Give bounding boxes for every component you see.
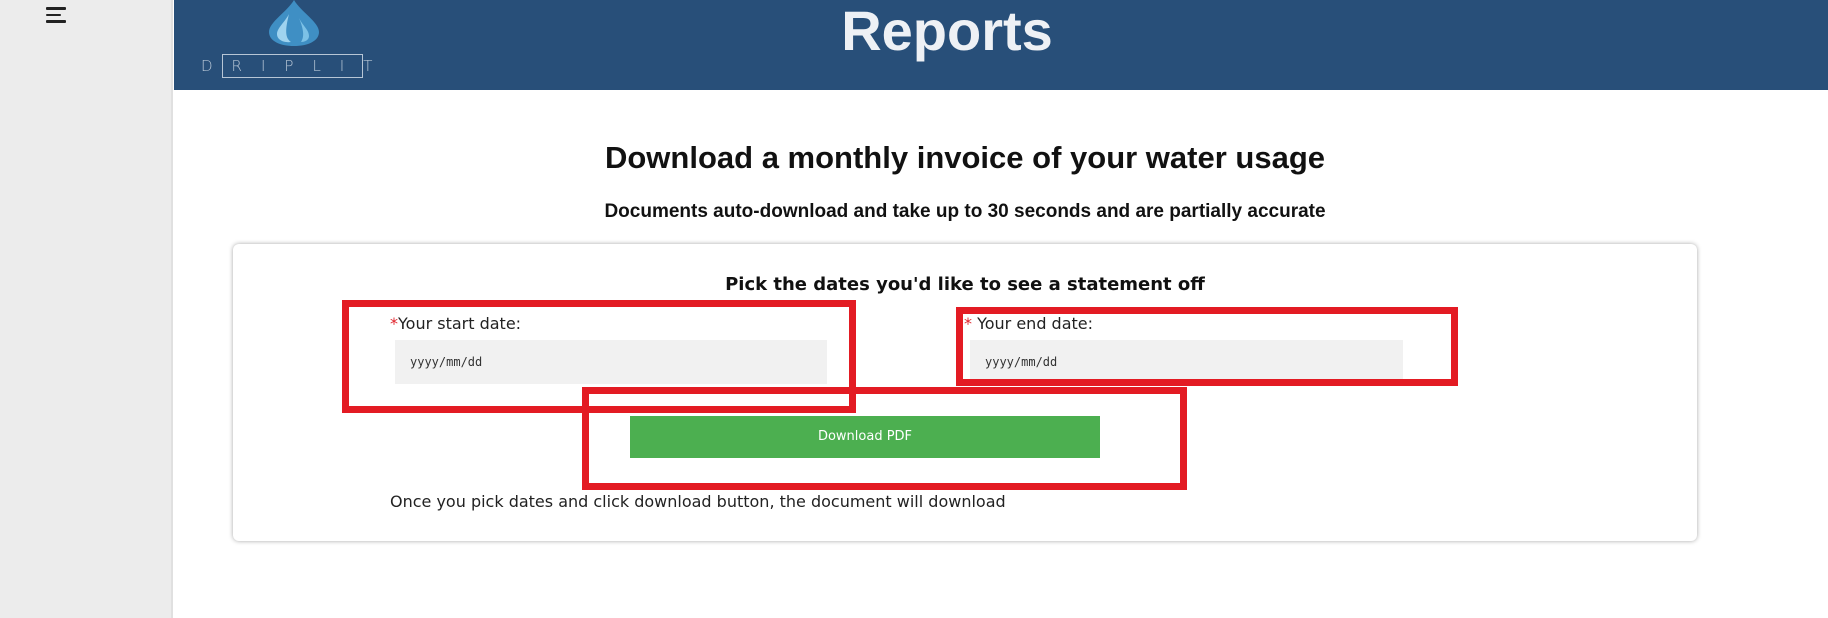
card-title-text: Pick the dates you'd like to see a state… xyxy=(725,274,1205,295)
subheadline: Documents auto-download and take up to 3… xyxy=(604,201,1326,222)
hamburger-menu-icon[interactable] xyxy=(46,7,68,25)
end-date-label-text: Your end date: xyxy=(972,314,1094,333)
start-date-input[interactable]: yyyy/mm/dd xyxy=(395,340,827,384)
download-pdf-button[interactable]: Download PDF xyxy=(630,416,1100,458)
required-marker: * xyxy=(390,314,398,333)
end-date-label: * Your end date: xyxy=(964,314,1093,333)
required-marker: * xyxy=(964,314,972,333)
headline: Download a monthly invoice of your water… xyxy=(604,140,1325,175)
page-title-text: Reports xyxy=(841,0,1053,62)
page-title: Reports xyxy=(174,0,1828,62)
download-hint: Once you pick dates and click download b… xyxy=(390,492,1006,511)
start-date-label-text: Your start date: xyxy=(398,314,522,333)
start-date-label: *Your start date: xyxy=(390,314,521,333)
date-picker-card: Pick the dates you'd like to see a state… xyxy=(233,244,1697,541)
end-date-input[interactable]: yyyy/mm/dd xyxy=(970,340,1403,384)
sidebar xyxy=(0,0,173,618)
header: DRIPLIT Reports xyxy=(174,0,1828,90)
card-title: Pick the dates you'd like to see a state… xyxy=(233,274,1697,295)
